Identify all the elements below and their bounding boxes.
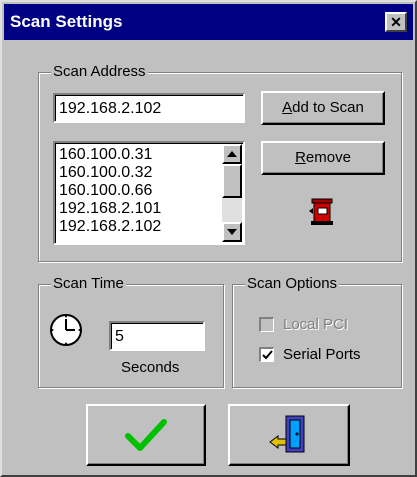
scan-time-label: Scan Time	[51, 275, 126, 293]
list-item[interactable]: 192.168.2.102	[59, 217, 161, 237]
arrow-up-icon	[227, 151, 237, 157]
address-input[interactable]: 192.168.2.102	[53, 93, 245, 123]
scan-address-group: Scan Address 192.168.2.102 Add to Scan 1…	[38, 63, 402, 262]
scan-time-group: Scan Time 5 Seconds	[38, 275, 224, 388]
serial-ports-label: Serial Ports	[283, 346, 361, 363]
remove-label-rest: emove	[305, 149, 351, 166]
scan-options-label: Scan Options	[245, 275, 340, 293]
checkmark-icon	[125, 419, 167, 451]
checkmark-small-icon	[262, 350, 273, 360]
scan-address-label: Scan Address	[51, 63, 148, 81]
clock-icon	[50, 314, 82, 346]
close-button[interactable]: ✕	[385, 12, 407, 32]
scroll-up-button[interactable]	[222, 144, 242, 164]
scan-time-input[interactable]: 5	[109, 321, 205, 351]
add-to-scan-label: Add to Scan	[282, 99, 364, 116]
local-pci-option[interactable]: Local PCI	[259, 315, 399, 335]
remove-label: Remove	[295, 149, 351, 166]
local-pci-checkbox[interactable]	[259, 317, 274, 332]
list-item[interactable]: 160.100.0.66	[59, 181, 152, 201]
exit-door-icon	[269, 415, 305, 453]
arrow-down-icon	[227, 229, 237, 235]
list-item[interactable]: 160.100.0.31	[59, 145, 152, 165]
local-pci-label: Local PCI	[283, 316, 349, 333]
ok-button[interactable]	[86, 404, 206, 466]
scan-options-group: Scan Options Local PCI Serial Ports	[232, 275, 402, 388]
mailbox-icon	[309, 198, 333, 225]
list-item[interactable]: 192.168.2.101	[59, 199, 161, 219]
scan-time-value: 5	[115, 328, 124, 345]
address-list[interactable]: 160.100.0.31 160.100.0.32 160.100.0.66 1…	[53, 141, 245, 245]
scroll-thumb[interactable]	[222, 164, 242, 198]
serial-ports-checkbox[interactable]	[259, 347, 274, 362]
list-scrollbar[interactable]	[222, 144, 242, 242]
exit-button[interactable]	[228, 404, 350, 466]
seconds-label: Seconds	[121, 359, 180, 376]
remove-button[interactable]: Remove	[261, 141, 385, 175]
list-item[interactable]: 160.100.0.32	[59, 163, 152, 183]
add-to-scan-button[interactable]: Add to Scan	[261, 91, 385, 125]
address-input-value: 192.168.2.102	[59, 100, 162, 117]
close-icon: ✕	[390, 14, 402, 30]
add-to-scan-label-rest: dd to Scan	[292, 99, 364, 116]
window-title: Scan Settings	[10, 12, 123, 31]
serial-ports-option[interactable]: Serial Ports	[259, 345, 399, 365]
scroll-down-button[interactable]	[222, 222, 242, 242]
scan-settings-dialog: Scan Settings ✕ Scan Address 192.168.2.1…	[0, 0, 417, 477]
title-bar[interactable]: Scan Settings ✕	[4, 4, 413, 40]
